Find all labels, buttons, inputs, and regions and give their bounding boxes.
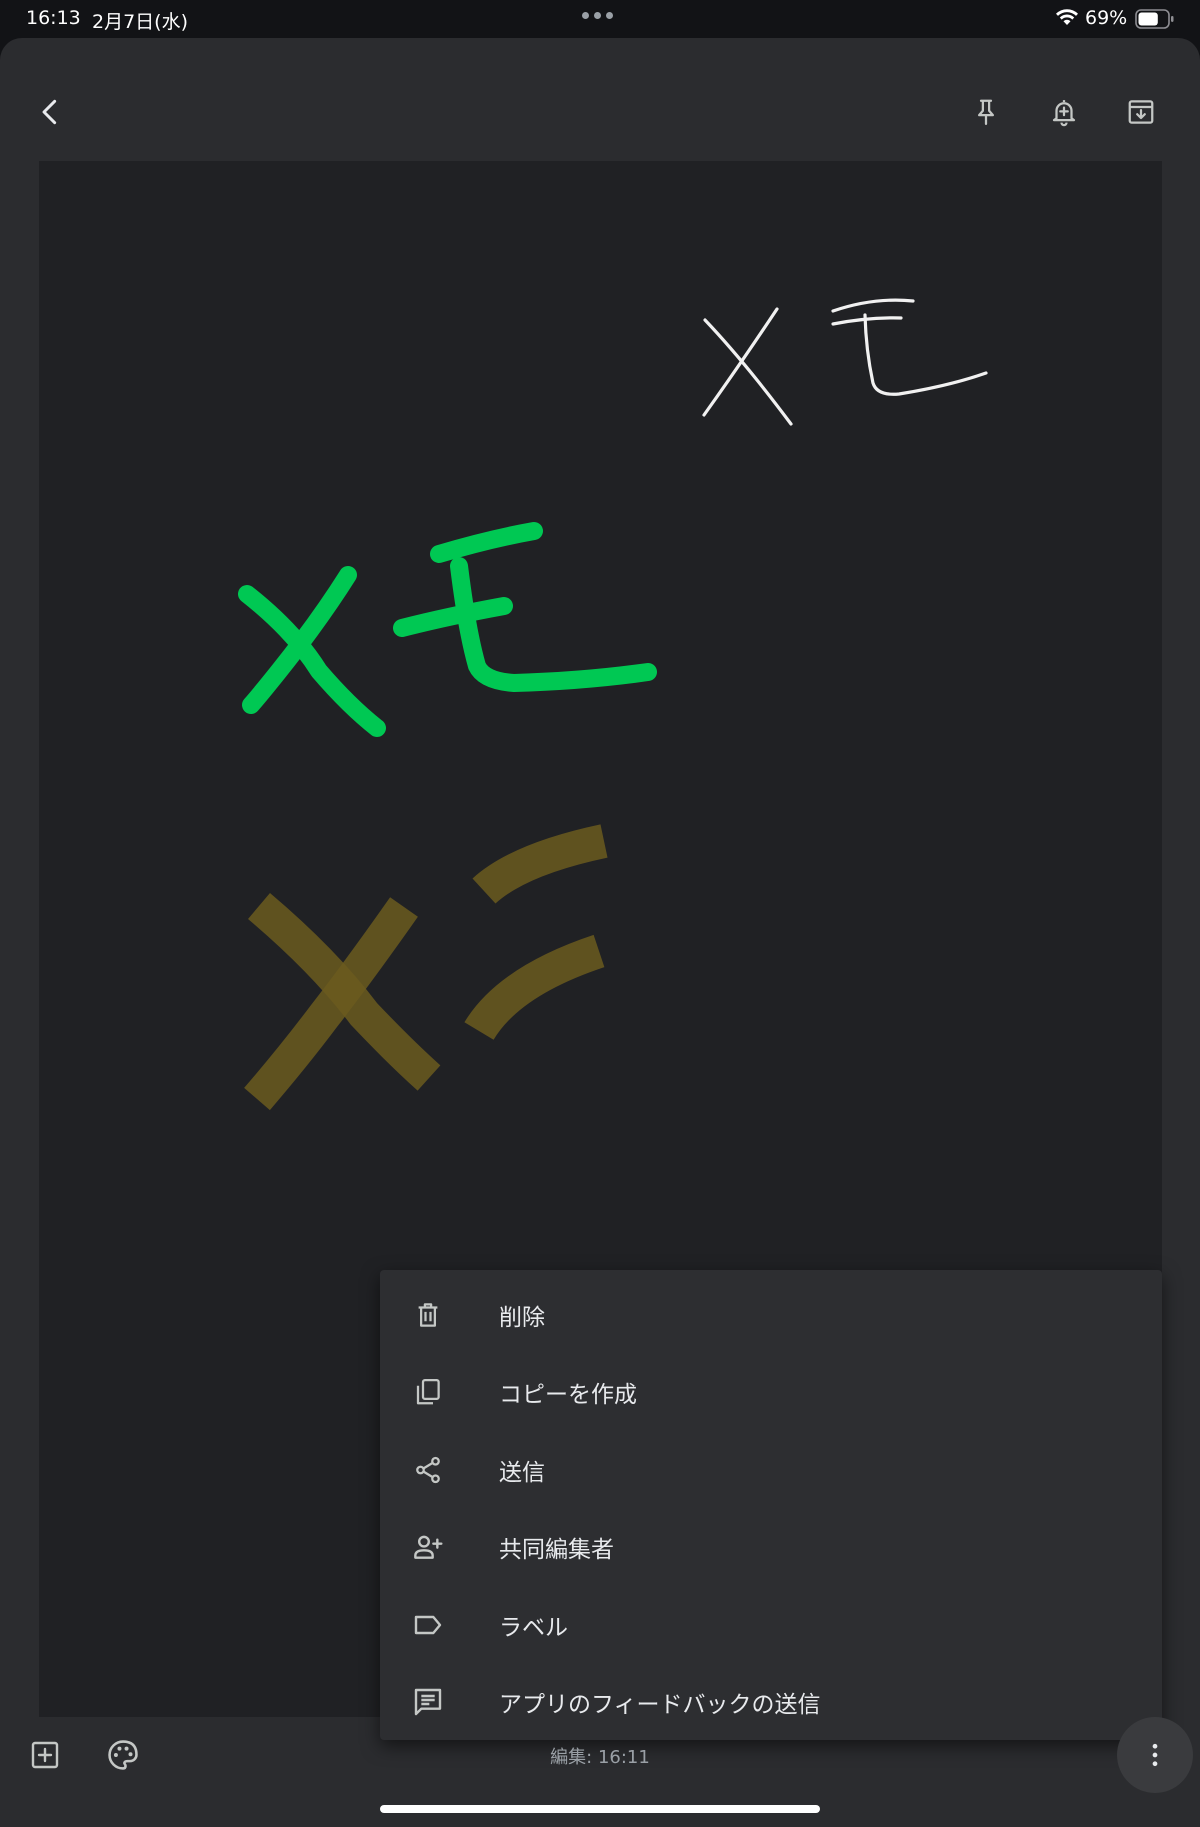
archive-icon [1128, 100, 1154, 124]
pin-icon [978, 99, 994, 125]
status-bar: 16:13 2月7日(水) 69% [0, 0, 1200, 38]
menu-item-label: コピーを作成 [499, 1382, 637, 1409]
edited-timestamp: 編集: 16:11 [550, 1747, 650, 1768]
menu-item-label: 削除 [499, 1304, 545, 1331]
menu-item-delete[interactable]: 削除 [380, 1276, 1162, 1354]
menu-item-label: 共同編集者 [499, 1537, 614, 1564]
copy-icon [410, 1374, 446, 1410]
battery-percent: 69% [1085, 7, 1128, 29]
menu-item-label: ラベル [499, 1614, 568, 1641]
stroke-green-handwriting [238, 522, 657, 737]
more-options-button[interactable] [1117, 1717, 1193, 1793]
stroke-white-handwriting [702, 298, 988, 426]
multitasking-dots[interactable] [582, 12, 613, 19]
pin-button[interactable] [958, 84, 1014, 140]
menu-item-label: 送信 [499, 1459, 545, 1486]
chevron-left-icon [42, 99, 57, 125]
more-options-menu: 削除 コピーを作成 送信 共同編集者 ラベル アプリのフィードバックの送信 [380, 1270, 1162, 1740]
back-button[interactable] [22, 84, 78, 140]
home-indicator[interactable] [380, 1805, 820, 1813]
person-add-icon [410, 1529, 446, 1565]
feedback-icon [410, 1684, 446, 1720]
battery-icon [1135, 9, 1175, 33]
note-editor-sheet: 削除 コピーを作成 送信 共同編集者 ラベル アプリのフィードバックの送信 [0, 38, 1200, 1827]
stroke-highlighter-handwriting [244, 824, 608, 1111]
menu-item-send[interactable]: 送信 [380, 1431, 1162, 1509]
reminder-button[interactable] [1036, 84, 1092, 140]
trash-icon [410, 1297, 446, 1333]
menu-item-make-copy[interactable]: コピーを作成 [380, 1354, 1162, 1432]
menu-item-collaborator[interactable]: 共同編集者 [380, 1509, 1162, 1587]
menu-item-label: アプリのフィードバックの送信 [499, 1692, 821, 1719]
status-date: 2月7日(水) [92, 11, 189, 33]
bell-plus-icon [1052, 100, 1076, 127]
wifi-icon [1055, 8, 1079, 30]
menu-item-label-tag[interactable]: ラベル [380, 1586, 1162, 1664]
menu-item-send-feedback[interactable]: アプリのフィードバックの送信 [380, 1664, 1162, 1742]
label-icon [410, 1607, 446, 1643]
share-icon [410, 1452, 446, 1488]
more-vertical-icon [1152, 1743, 1158, 1767]
archive-button[interactable] [1113, 84, 1169, 140]
status-time: 16:13 [26, 7, 81, 29]
